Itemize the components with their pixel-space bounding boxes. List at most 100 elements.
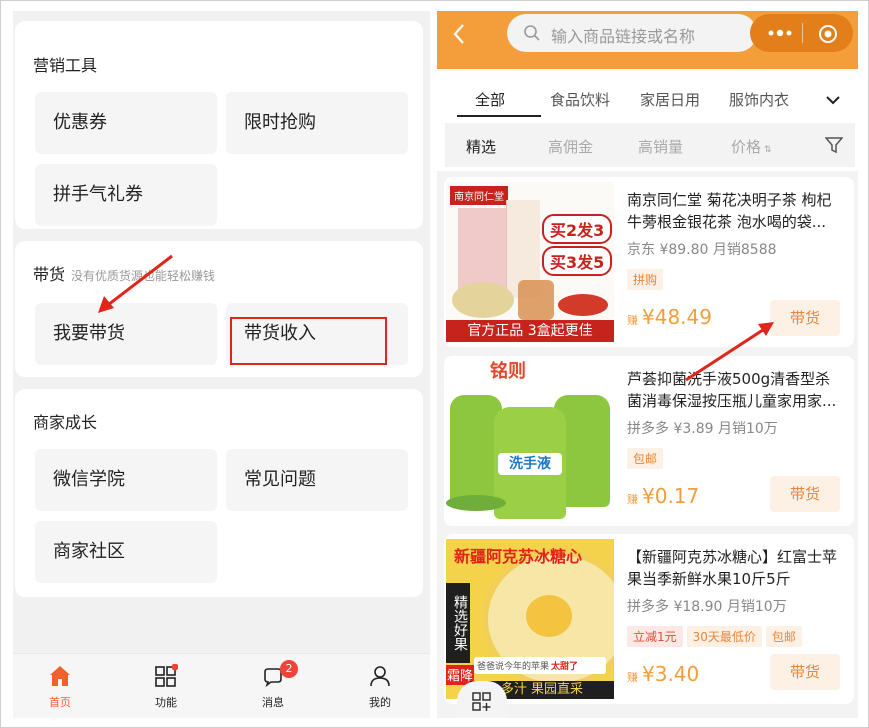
- sort-high-commission[interactable]: 高佣金: [548, 136, 593, 157]
- product-image-apple: 新疆阿克苏冰糖心 精选好果 爸爸说今年的苹果 太甜了 霜降 多汁 果园直采: [446, 539, 614, 699]
- category-tab-food[interactable]: 食品饮料: [550, 89, 610, 110]
- more-dots-icon[interactable]: [768, 29, 792, 37]
- marketing-tools-title: 营销工具: [33, 56, 98, 75]
- apple-note-text: 爸爸说今年的苹果: [477, 662, 550, 672]
- sort-price-label: 价格: [731, 138, 762, 156]
- earn-amount: ¥3.40: [642, 662, 700, 686]
- product-tags: 立减1元 30天最低价 包邮: [627, 626, 806, 648]
- earn-price: 赚 ¥48.49: [627, 305, 712, 329]
- sort-tabs: 精选 高佣金 高销量 价格 ⇅: [445, 123, 855, 167]
- promo-badge-2for3: 买2发3: [542, 214, 613, 244]
- carry-goods-title-text: 带货: [33, 265, 66, 284]
- promo-badge-3for5: 买3发5: [542, 246, 613, 276]
- product-card[interactable]: 新疆阿克苏冰糖心 精选好果 爸爸说今年的苹果 太甜了 霜降 多汁 果园直采 【新疆…: [444, 534, 854, 704]
- goji-berries: [558, 294, 608, 316]
- tab-messages-label: 消息: [262, 696, 284, 709]
- earn-amount: ¥0.17: [642, 484, 700, 508]
- search-icon: [524, 25, 540, 41]
- message-count-badge: 2: [280, 660, 298, 678]
- product-tag: 包邮: [765, 626, 802, 647]
- carry-goods-button[interactable]: 带货: [770, 654, 840, 690]
- floating-grid-button[interactable]: [457, 681, 507, 718]
- wechat-academy-tile[interactable]: 微信学院: [35, 449, 217, 511]
- merchant-tools-panel: 营销工具 优惠券 限时抢购 拼手气礼券 带货 没有优质货源也能轻松赚钱 我要带货 …: [13, 11, 430, 718]
- sort-arrows-icon: ⇅: [764, 145, 772, 155]
- tab-profile-label: 我的: [369, 696, 391, 709]
- search-placeholder: 输入商品链接或名称: [551, 27, 696, 46]
- product-image-tea: 南京同仁堂 买2发3 买3发5 官方正品 3盒起更佳: [446, 182, 614, 342]
- category-tabs: 全部 食品饮料 家居日用 服饰内衣: [437, 69, 858, 119]
- tab-profile[interactable]: 我的: [340, 654, 420, 718]
- product-tag: 包邮: [627, 448, 664, 469]
- tea-flowers: [452, 282, 514, 318]
- apple-side-label: 精选好果: [446, 583, 470, 663]
- apple-headline: 新疆阿克苏冰糖心: [454, 547, 583, 566]
- product-title: 【新疆阿克苏冰糖心】红富士苹果当季新鲜水果10斤5斤: [627, 548, 838, 588]
- filter-icon[interactable]: [825, 136, 843, 154]
- back-arrow-icon[interactable]: [451, 23, 467, 45]
- grid-plus-icon: [472, 692, 491, 711]
- tab-features[interactable]: 功能: [126, 654, 206, 718]
- earn-amount: ¥48.49: [642, 305, 712, 329]
- category-tab-home[interactable]: 家居日用: [640, 89, 700, 110]
- earn-label: 赚: [627, 314, 638, 327]
- highlight-box: [230, 317, 387, 365]
- product-card[interactable]: 铭则 洗手液 芦荟抑菌洗手液500g清香型杀菌消毒保湿按压瓶儿童家用家... 拼…: [444, 356, 854, 526]
- faq-tile[interactable]: 常见问题: [226, 449, 408, 511]
- product-list: 南京同仁堂 买2发3 买3发5 官方正品 3盒起更佳 南京同仁堂 菊花决明子茶 …: [437, 171, 858, 718]
- product-tags: 拼购: [627, 269, 667, 291]
- close-target-icon[interactable]: [818, 24, 838, 44]
- earn-price: 赚 ¥3.40: [627, 662, 699, 686]
- product-title: 芦荟抑菌洗手液500g清香型杀菌消毒保湿按压瓶儿童家用家...: [627, 370, 837, 410]
- flash-sale-tile[interactable]: 限时抢购: [226, 92, 408, 154]
- category-tab-all[interactable]: 全部: [475, 89, 505, 110]
- capsule-divider: [802, 23, 803, 43]
- sort-high-sales[interactable]: 高销量: [638, 136, 683, 157]
- lucky-coupon-tile[interactable]: 拼手气礼券: [35, 164, 217, 226]
- carry-goods-hint: 没有优质货源也能轻松赚钱: [71, 269, 216, 283]
- apple-note: 爸爸说今年的苹果 太甜了: [474, 657, 606, 674]
- home-icon: [50, 666, 70, 686]
- start-carry-goods-tile[interactable]: 我要带货: [35, 303, 217, 365]
- product-source: 拼多多 ¥18.90 月销10万: [627, 599, 787, 615]
- merchant-community-tile[interactable]: 商家社区: [35, 521, 217, 583]
- tab-home[interactable]: 首页: [20, 654, 100, 718]
- product-title: 南京同仁堂 菊花决明子茶 枸杞牛蒡根金银花茶 泡水喝的袋...: [627, 191, 832, 231]
- product-tag: 30天最低价: [686, 626, 762, 647]
- product-source: 京东 ¥89.80 月销8588: [627, 242, 777, 258]
- active-tab-underline: [457, 115, 541, 117]
- product-tag: 拼购: [627, 269, 664, 290]
- apple-sweet-text: 太甜了: [551, 662, 579, 672]
- tea-brand-label: 南京同仁堂: [450, 186, 508, 205]
- tea-banner: 官方正品 3盒起更佳: [446, 320, 614, 342]
- merchant-growth-title: 商家成长: [33, 413, 98, 432]
- product-source: 拼多多 ¥3.89 月销10万: [627, 421, 778, 437]
- product-card[interactable]: 南京同仁堂 买2发3 买3发5 官方正品 3盒起更佳 南京同仁堂 菊花决明子茶 …: [444, 177, 854, 347]
- bottom-tab-bar: 首页 功能 2 消息 我的: [13, 653, 430, 718]
- sort-price[interactable]: 价格 ⇅: [731, 136, 772, 157]
- product-tag: 立减1元: [627, 626, 683, 647]
- top-navigation-bar: 输入商品链接或名称: [437, 11, 858, 69]
- aloe-leaf: [446, 495, 506, 511]
- earn-price: 赚 ¥0.17: [627, 484, 699, 508]
- sort-featured[interactable]: 精选: [466, 136, 496, 157]
- coupon-tile[interactable]: 优惠券: [35, 92, 217, 154]
- product-tags: 包邮: [627, 448, 667, 470]
- grid-icon: [155, 664, 178, 687]
- category-tab-clothing[interactable]: 服饰内衣: [729, 89, 789, 110]
- marketing-tools-card: 营销工具 优惠券 限时抢购 拼手气礼券: [15, 21, 423, 229]
- earn-label: 赚: [627, 493, 638, 506]
- person-icon: [370, 666, 390, 687]
- product-selection-screen: 输入商品链接或名称 全部 食品饮料 家居日用 服饰内衣 精选 高佣金 高销量 价…: [437, 11, 858, 718]
- merchant-growth-card: 商家成长 微信学院 常见问题 商家社区: [15, 389, 423, 597]
- carry-goods-button[interactable]: 带货: [770, 476, 840, 512]
- product-image-handwash: 铭则 洗手液: [446, 361, 614, 521]
- tab-features-label: 功能: [155, 696, 177, 709]
- search-input[interactable]: 输入商品链接或名称: [507, 14, 757, 52]
- handwash-label: 洗手液: [498, 453, 562, 475]
- chevron-down-icon[interactable]: [825, 95, 841, 105]
- tab-home-label: 首页: [49, 696, 71, 709]
- tab-messages[interactable]: 2 消息: [233, 654, 313, 718]
- handwash-brand: 铭则: [490, 361, 526, 382]
- carry-goods-button[interactable]: 带货: [770, 300, 840, 336]
